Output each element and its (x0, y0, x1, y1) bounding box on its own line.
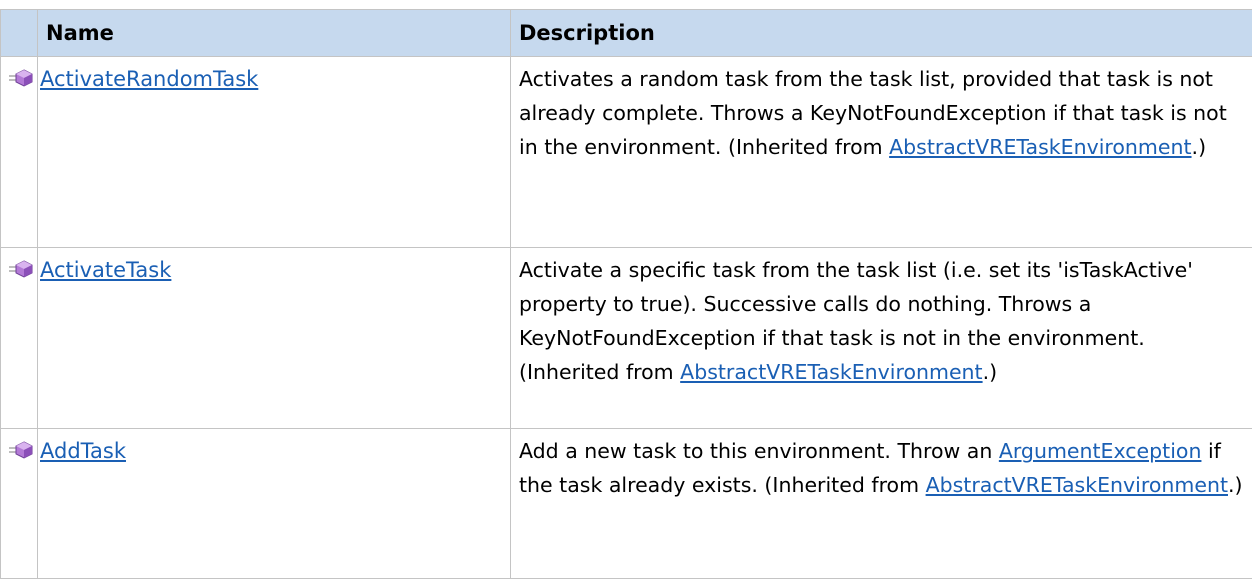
header-icon-cell (1, 10, 38, 57)
name-cell: AddTask (38, 429, 511, 579)
members-table: Name Description ActivateRandomTask Acti… (0, 9, 1252, 579)
description-text: Add a new task to this environment. Thro… (519, 439, 999, 463)
member-link-activatetask[interactable]: ActivateTask (40, 258, 171, 282)
public-method-icon (8, 67, 34, 89)
header-row: Name Description (1, 10, 1252, 57)
member-link-activaterandomtask[interactable]: ActivateRandomTask (40, 67, 258, 91)
description-cell: Activates a random task from the task li… (511, 57, 1252, 248)
description-text-end: .) (983, 360, 998, 384)
row-icon-cell (1, 57, 38, 248)
inherited-from-link[interactable]: AbstractVRETaskEnvironment (680, 360, 982, 384)
inherited-from-link[interactable]: AbstractVRETaskEnvironment (926, 473, 1228, 497)
public-method-icon (8, 258, 34, 280)
table-row: AddTask Add a new task to this environme… (1, 429, 1252, 579)
table-row: ActivateTask Activate a specific task fr… (1, 248, 1252, 429)
exception-type-link[interactable]: ArgumentException (999, 439, 1202, 463)
header-description: Description (511, 10, 1252, 57)
table-row: ActivateRandomTask Activates a random ta… (1, 57, 1252, 248)
description-cell: Add a new task to this environment. Thro… (511, 429, 1252, 579)
name-cell: ActivateTask (38, 248, 511, 429)
row-icon-cell (1, 248, 38, 429)
description-text-end: .) (1192, 135, 1207, 159)
public-method-icon (8, 439, 34, 461)
row-icon-cell (1, 429, 38, 579)
inherited-from-link[interactable]: AbstractVRETaskEnvironment (889, 135, 1191, 159)
description-text-end: .) (1228, 473, 1243, 497)
name-cell: ActivateRandomTask (38, 57, 511, 248)
header-name: Name (38, 10, 511, 57)
member-link-addtask[interactable]: AddTask (40, 439, 126, 463)
description-cell: Activate a specific task from the task l… (511, 248, 1252, 429)
